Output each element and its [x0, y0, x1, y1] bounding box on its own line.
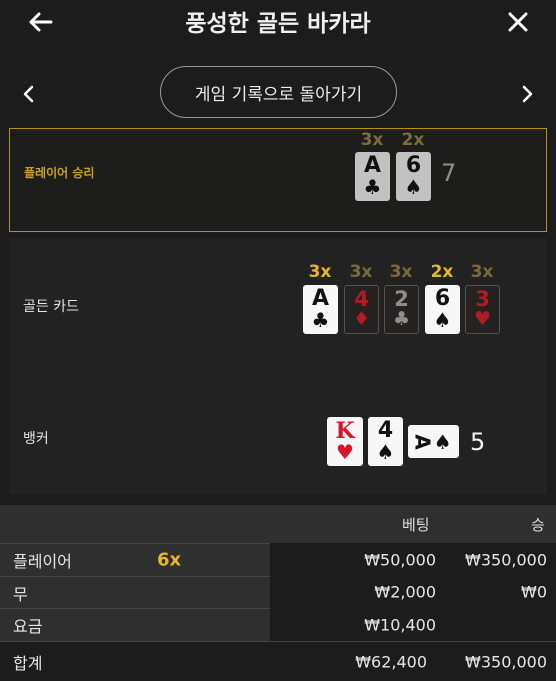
player-win-label: 플레이어 승리	[24, 166, 95, 180]
banker-result-panel: 뱅커 K ♥ 4 ♠ A ♠ 5	[9, 368, 547, 494]
player-card-2: 6 ♠	[396, 152, 431, 201]
previous-round-button[interactable]	[14, 78, 42, 110]
total-bet-amount: ₩62,400	[355, 652, 427, 671]
golden-card-5: 3 ♥	[465, 285, 500, 334]
banker-card-1: K ♥	[327, 417, 363, 466]
player-score: 7	[441, 159, 457, 187]
row-label: 요금	[13, 617, 43, 636]
golden-card-1-multiplier: 3x	[308, 262, 332, 282]
golden-card-4-multiplier: 2x	[430, 262, 454, 282]
win-column-header: 승	[531, 516, 545, 534]
banker-score: 5	[470, 428, 486, 456]
table-row-tie: 무 ₩2,000 ₩0	[0, 576, 556, 608]
golden-card-3-multiplier: 3x	[389, 262, 413, 282]
close-button[interactable]	[500, 6, 536, 38]
bet-amount: ₩50,000	[364, 550, 436, 569]
golden-card-2: 4 ♦	[344, 285, 379, 334]
banker-card-3-rotated: A ♠	[408, 425, 459, 458]
golden-card-4: 6 ♠	[425, 285, 460, 334]
page-title: 풍성한 골든 바카라	[185, 11, 371, 37]
player-result-panel: 플레이어 승리 3x 2x A ♣ 6 ♠ 7	[9, 128, 547, 232]
golden-card-2-multiplier: 3x	[349, 262, 373, 282]
total-label: 합계	[13, 653, 43, 673]
golden-cards-label: 골든 카드	[23, 299, 79, 315]
row-label: 무	[13, 584, 28, 604]
win-amount: ₩350,000	[465, 550, 547, 569]
banker-label: 뱅커	[23, 431, 49, 447]
player-card-1-multiplier: 3x	[360, 130, 384, 150]
chevron-left-icon	[23, 85, 34, 103]
next-round-button[interactable]	[514, 78, 542, 110]
win-amount: ₩0	[521, 582, 547, 602]
total-win-amount: ₩350,000	[465, 652, 547, 671]
bet-amount: ₩10,400	[364, 615, 436, 634]
chevron-right-icon	[522, 85, 533, 103]
table-row-fee: 요금 ₩10,400	[0, 608, 556, 641]
table-header: 베팅 승	[0, 505, 556, 543]
golden-card-3: 2 ♣	[384, 285, 419, 334]
multiplier-badge: 6x	[157, 549, 182, 571]
bet-column-header: 베팅	[402, 516, 430, 534]
close-icon	[508, 12, 528, 32]
round-navigation: 게임 기록으로 돌아가기	[0, 62, 556, 124]
table-row-player: 플레이어 6x ₩50,000 ₩350,000	[0, 543, 556, 576]
player-card-1: A ♣	[355, 152, 390, 201]
back-to-history-button[interactable]: 게임 기록으로 돌아가기	[160, 66, 397, 118]
golden-card-1: A ♣	[303, 285, 338, 334]
banker-card-2: 4 ♠	[368, 417, 403, 466]
golden-card-5-multiplier: 3x	[470, 262, 494, 282]
table-row-total: 합계 ₩62,400 ₩350,000	[0, 641, 556, 681]
bet-amount: ₩2,000	[374, 582, 436, 602]
row-label: 플레이어	[13, 552, 72, 571]
header: 풍성한 골든 바카라	[0, 0, 556, 46]
golden-cards-panel: 골든 카드 3x 3x 3x 2x 3x A ♣ 4 ♦ 2 ♣ 6 ♠ 3 ♥	[9, 238, 547, 368]
player-card-2-multiplier: 2x	[401, 130, 425, 150]
bets-table: 베팅 승 플레이어 6x ₩50,000 ₩350,000 무 ₩2,000 ₩…	[0, 505, 556, 681]
